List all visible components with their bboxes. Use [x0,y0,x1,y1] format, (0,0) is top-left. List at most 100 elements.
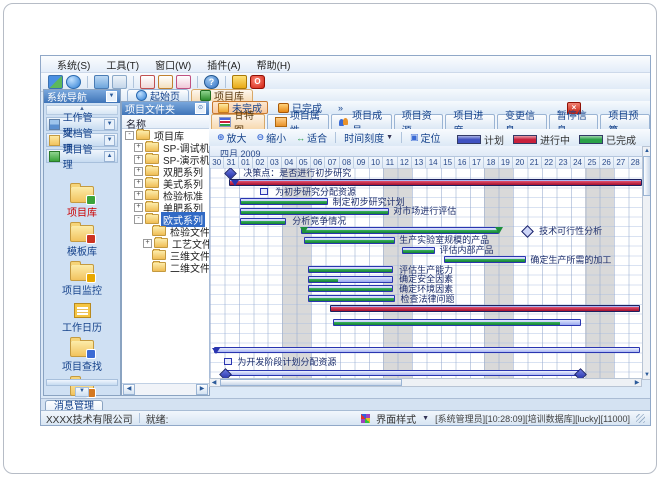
menu-item[interactable]: 窗口(W) [147,56,199,73]
summary-bar[interactable] [229,179,641,186]
nav-section-3[interactable]: 项目管理▲ [46,149,118,163]
expand-icon[interactable]: + [134,203,143,212]
task-bar[interactable] [333,319,581,326]
expand-icon[interactable]: + [134,179,143,188]
plan-bar[interactable] [214,347,640,353]
tab-项目进度[interactable]: 项目进度 [445,114,495,129]
task-bar[interactable] [240,198,328,205]
task-label: 检查法律问题 [401,295,455,304]
tab-项目属性[interactable]: 项目属性 [267,114,329,129]
expand-icon[interactable]: + [143,239,152,248]
task-bar[interactable] [308,295,395,302]
gantt-tool-放大[interactable]: ⊕放大 [213,129,251,146]
tree-column-header[interactable]: 名称 [122,115,209,129]
tab-甘特图[interactable]: 甘特图 [211,114,265,129]
gantt-chart-body[interactable]: 决策点：是否进行初步研究为初步研究分配资源制定初步研究计划对市场进行评估分析竞争… [209,168,643,378]
chart-icon[interactable] [112,75,127,89]
lock-icon[interactable] [232,75,247,89]
nav-item-项目监控[interactable]: 项目监控 [44,264,120,297]
tab-项目成员[interactable]: 项目成员 [331,114,392,129]
tab-暂停信息[interactable]: 暂停信息 [549,114,599,129]
tree-horizontal-scrollbar[interactable]: ◀ ▶ [122,383,209,395]
menu-item[interactable]: 帮助(H) [249,56,299,73]
scroll-right-icon[interactable]: ▶ [633,379,641,387]
task-bar[interactable] [240,218,286,225]
gantt-horizontal-scrollbar[interactable]: ◀ ▶ [209,378,642,387]
nav-bottom-section[interactable]: ▼ [46,379,118,393]
task-marker-box[interactable] [224,358,232,365]
chevron-icon[interactable]: ▲ [104,151,115,162]
nav-collapse-button[interactable]: ▼ [106,91,117,102]
pin-icon[interactable]: ⊙ [195,103,206,114]
gantt-tool-缩小[interactable]: ⊖缩小 [253,129,291,146]
folder-icon[interactable] [94,75,109,89]
power-icon[interactable]: O [250,75,265,89]
tab-项目资源[interactable]: 项目资源 [394,114,444,129]
vertical-scroll-thumb[interactable] [643,156,651,196]
resize-grip[interactable] [636,414,645,423]
task-bar[interactable] [308,276,393,283]
nav-bottom-section-header[interactable] [46,379,118,386]
gantt-vertical-scrollbar[interactable]: ▲ ▼ [642,146,651,380]
nav-item-工作日历[interactable]: 工作日历 [44,303,120,334]
folder-icon [152,226,166,236]
expand-icon[interactable]: + [134,191,143,200]
menu-item[interactable]: 插件(A) [199,56,248,73]
report-icon-3[interactable] [176,75,191,89]
horizontal-scroll-thumb[interactable] [220,379,402,386]
chevron-icon[interactable]: ▼ [104,135,115,146]
task-bar[interactable] [301,227,499,234]
tab-变更信息[interactable]: 变更信息 [497,114,547,129]
doc-tab-起始页[interactable]: 起始页 [127,89,189,101]
members-icon [339,118,349,126]
gantt-tool-时间刻度[interactable]: 时间刻度▼ [340,129,397,146]
nav-item-项目查找[interactable]: 项目查找 [44,340,120,373]
tree-node-二维文件[interactable]: 二维文件 [122,261,209,273]
menu-item[interactable]: 系统(S) [49,56,98,73]
chevron-down-icon[interactable]: ▼ [422,415,429,422]
task-marker-box[interactable] [260,188,268,195]
expand-icon[interactable]: + [134,167,143,176]
overflow-chevron-icon[interactable]: » [338,103,343,113]
plan-bar[interactable] [224,370,579,376]
gantt-tool-适合[interactable]: ↔适合 [292,129,331,146]
task-bar[interactable] [308,266,393,273]
nav-sidebar: 系统导航 ▼ ▲ 工作管理▼文档管理▼项目管理▲ 项目库模板库项目监控工作日历项… [43,89,121,396]
task-bar[interactable] [444,256,526,263]
gantt-tool-定位[interactable]: ▣定位 [406,129,445,146]
toolbar-separator [197,76,198,88]
scroll-right-icon[interactable]: ▶ [196,384,208,395]
scroll-down-icon[interactable]: ▼ [643,371,651,379]
summary-bar[interactable] [330,305,640,312]
web-icon[interactable] [66,75,81,89]
day-header-cell: 01 [239,157,253,168]
nav-item-模板库[interactable]: 模板库 [44,225,120,258]
report-icon-2[interactable] [158,75,173,89]
expand-icon[interactable]: + [134,143,143,152]
task-bar[interactable] [240,208,389,215]
collapse-icon[interactable]: - [134,215,143,224]
task-bar[interactable] [402,247,435,254]
task-bar[interactable] [304,237,395,244]
nav-item-项目库[interactable]: 项目库 [44,186,120,219]
scroll-up-icon[interactable]: ▲ [643,147,651,155]
nav-bottom-expand-button[interactable]: ▼ [75,387,89,397]
task-bar[interactable] [308,285,393,292]
expand-icon[interactable]: + [134,155,143,164]
collapse-icon[interactable]: - [125,131,134,140]
interface-style-button[interactable]: 界面样式 [376,411,416,426]
folder-badge [86,349,96,359]
style-palette-icon[interactable] [361,414,370,423]
scroll-left-icon[interactable]: ◀ [210,379,218,387]
gantt-icon [219,117,231,127]
tab-项目预算[interactable]: 项目预算 [600,114,650,129]
modules-icon[interactable] [48,75,63,89]
scroll-left-icon[interactable]: ◀ [123,384,135,395]
tree-node-label: 二维文件 [168,260,209,275]
chevron-icon[interactable]: ▼ [104,119,115,130]
menu-item[interactable]: 工具(T) [98,56,147,73]
toolbar-separator [335,132,336,143]
help-icon[interactable]: ? [204,75,219,89]
legend-label: 计划 [484,132,504,147]
report-icon-1[interactable] [140,75,155,89]
